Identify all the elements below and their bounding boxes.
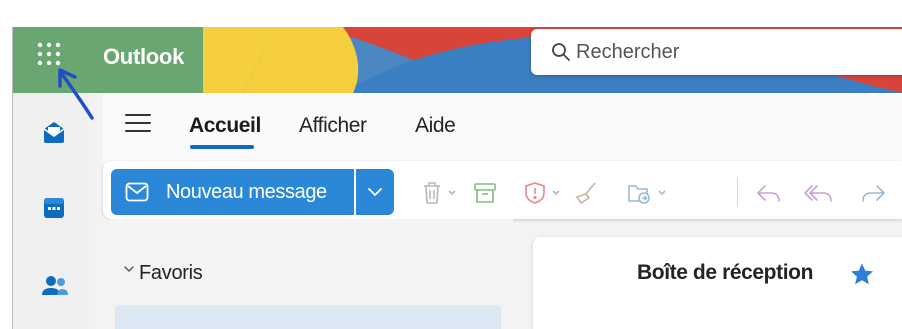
folder-pane: Favoris xyxy=(103,219,513,329)
header-banner: Outlook Rechercher xyxy=(13,27,902,93)
reply-all-icon[interactable] xyxy=(803,181,835,205)
chevron-down-icon xyxy=(368,188,382,197)
toolbar-separator xyxy=(737,177,738,207)
reply-icon[interactable] xyxy=(755,181,783,205)
new-message-button[interactable]: Nouveau message xyxy=(111,169,354,215)
tab-afficher[interactable]: Afficher xyxy=(299,114,367,138)
favorites-header[interactable]: Favoris xyxy=(139,262,203,285)
report-icon[interactable] xyxy=(523,181,569,205)
ribbon-toolbar: Nouveau message xyxy=(103,161,902,219)
search-placeholder: Rechercher xyxy=(576,41,680,63)
app-rail xyxy=(13,93,89,329)
sweep-icon[interactable] xyxy=(573,181,603,205)
message-list-header: Boîte de réception xyxy=(533,237,902,329)
search-icon xyxy=(552,43,570,61)
search-box[interactable]: Rechercher xyxy=(531,29,902,75)
active-tab-indicator xyxy=(190,145,254,149)
outlook-window: Outlook Rechercher Accueil Afficher Aide… xyxy=(12,27,902,329)
calendar-icon[interactable] xyxy=(41,195,67,221)
people-icon[interactable] xyxy=(41,273,69,299)
app-title[interactable]: Outlook xyxy=(103,44,184,70)
new-message-label: Nouveau message xyxy=(166,181,327,203)
app-launcher-icon[interactable] xyxy=(36,41,62,67)
new-message-dropdown[interactable] xyxy=(356,169,394,215)
forward-icon[interactable] xyxy=(859,181,889,205)
tab-accueil[interactable]: Accueil xyxy=(189,114,261,138)
selected-folder-item[interactable] xyxy=(115,305,501,329)
menu-icon[interactable] xyxy=(125,113,151,133)
trash-icon[interactable] xyxy=(421,181,461,205)
move-to-icon[interactable] xyxy=(627,181,675,205)
envelope-icon xyxy=(125,182,149,202)
folder-title: Boîte de réception xyxy=(637,261,813,284)
tab-aide[interactable]: Aide xyxy=(415,114,456,138)
star-icon[interactable] xyxy=(849,262,875,286)
chevron-down-icon[interactable] xyxy=(123,264,135,274)
mail-icon[interactable] xyxy=(41,119,67,145)
archive-icon[interactable] xyxy=(473,181,499,205)
command-bar: Accueil Afficher Aide Nouveau message xyxy=(103,93,902,219)
